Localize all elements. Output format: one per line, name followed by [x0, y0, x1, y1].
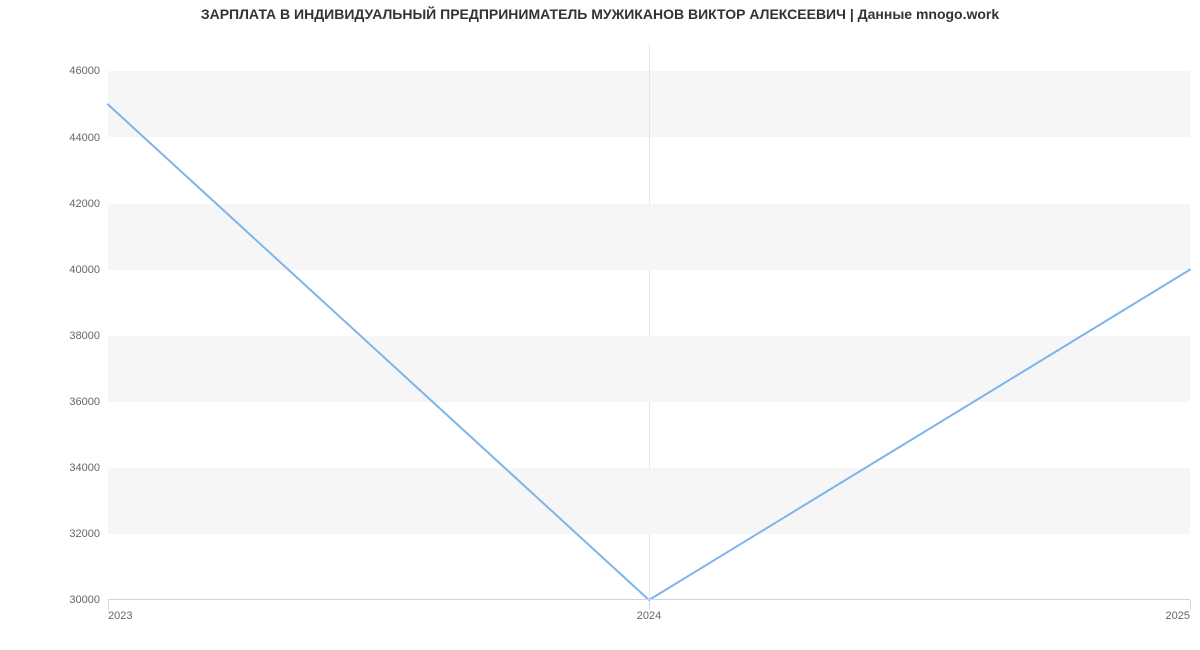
- y-tick-label: 42000: [69, 198, 108, 210]
- y-tick-label: 38000: [69, 330, 108, 342]
- y-tick-label: 30000: [69, 594, 108, 606]
- plot-area: 3000032000340003600038000400004200044000…: [108, 45, 1190, 600]
- x-tick-label: 2024: [637, 600, 661, 622]
- y-tick-label: 44000: [69, 132, 108, 144]
- chart-line: [108, 45, 1190, 600]
- x-tick-label: 2023: [108, 600, 132, 622]
- y-tick-label: 36000: [69, 396, 108, 408]
- y-tick-label: 34000: [69, 462, 108, 474]
- y-tick-label: 32000: [69, 528, 108, 540]
- x-tick: [1190, 600, 1191, 610]
- x-tick-label: 2025: [1166, 600, 1190, 622]
- chart-title: ЗАРПЛАТА В ИНДИВИДУАЛЬНЫЙ ПРЕДПРИНИМАТЕЛ…: [0, 6, 1200, 22]
- y-tick-label: 40000: [69, 264, 108, 276]
- y-tick-label: 46000: [69, 65, 108, 77]
- chart-container: ЗАРПЛАТА В ИНДИВИДУАЛЬНЫЙ ПРЕДПРИНИМАТЕЛ…: [0, 0, 1200, 650]
